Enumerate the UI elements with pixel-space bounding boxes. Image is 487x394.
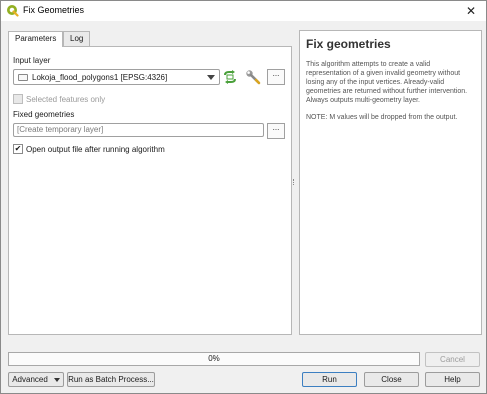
fixed-geometries-browse-button[interactable]: ... (267, 123, 285, 139)
input-layer-browse-button[interactable]: ... (267, 69, 285, 85)
dropdown-arrow-icon (53, 377, 60, 382)
open-output-label: Open output file after running algorithm (26, 145, 165, 154)
title-bar: Fix Geometries ✕ (1, 1, 486, 21)
help-panel: Fix geometries This algorithm attempts t… (299, 30, 482, 335)
fixed-geometries-label: Fixed geometries (13, 110, 75, 119)
dropdown-arrow-icon (207, 75, 215, 80)
advanced-button-label: Advanced (12, 375, 48, 384)
close-button[interactable]: Close (364, 372, 419, 387)
tab-parameters[interactable]: Parameters (8, 31, 64, 47)
input-layer-combo[interactable]: Lokoja_flood_polygons1 [EPSG:4326] (13, 69, 220, 85)
help-title: Fix geometries (306, 37, 391, 51)
selected-features-checkbox[interactable] (13, 94, 23, 104)
iterate-icon[interactable] (222, 69, 238, 85)
panel-splitter-handle[interactable] (293, 179, 296, 185)
run-button[interactable]: Run (302, 372, 357, 387)
tab-log[interactable]: Log (63, 31, 91, 46)
run-as-batch-button[interactable]: Run as Batch Process... (67, 372, 155, 387)
qgis-logo-icon (7, 5, 19, 17)
checkmark-icon: ✔ (14, 144, 22, 153)
open-output-checkbox[interactable]: ✔ (13, 144, 23, 154)
help-button[interactable]: Help (425, 372, 480, 387)
layer-polygon-icon (18, 74, 28, 81)
window-title: Fix Geometries (23, 5, 85, 15)
wrench-icon[interactable] (245, 69, 261, 85)
fix-geometries-dialog: Fix Geometries ✕ Parameters Log Input la… (0, 0, 487, 394)
input-layer-value: Lokoja_flood_polygons1 [EPSG:4326] (32, 73, 168, 82)
parameters-panel: Input layer Lokoja_flood_polygons1 [EPSG… (8, 46, 292, 335)
fixed-geometries-input[interactable]: [Create temporary layer] (13, 123, 264, 137)
selected-features-label: Selected features only (26, 95, 106, 104)
close-icon[interactable]: ✕ (460, 1, 482, 21)
progress-bar: 0% (8, 352, 420, 366)
help-paragraph-note: NOTE: M values will be dropped from the … (306, 114, 458, 121)
input-layer-label: Input layer (13, 56, 51, 65)
help-paragraph-description: This algorithm attempts to create a vali… (306, 61, 468, 104)
cancel-button[interactable]: Cancel (425, 352, 480, 367)
advanced-button[interactable]: Advanced (8, 372, 64, 387)
